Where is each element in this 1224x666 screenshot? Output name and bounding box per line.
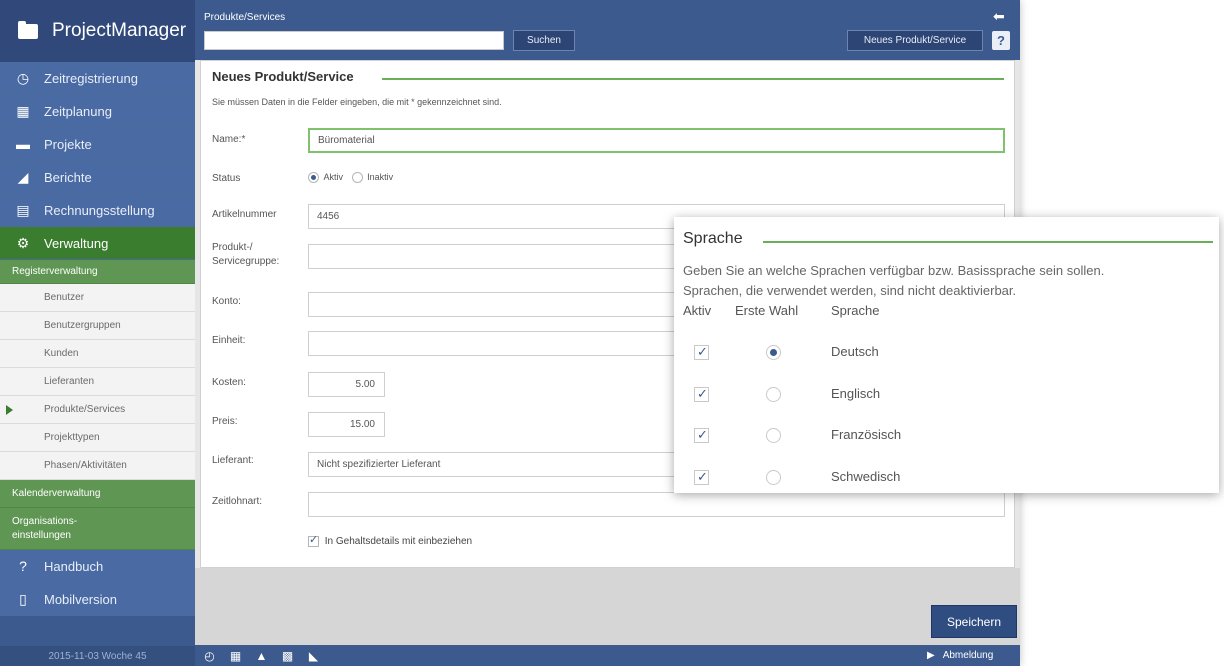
- bottom-toolbar: ◴ ▦ ▲ ▩ ◣: [195, 645, 1020, 666]
- chart-icon: ◢: [17, 168, 29, 185]
- sidebar-sub-produkte-services[interactable]: Produkte/Services: [0, 396, 195, 424]
- sidebar: ProjectManager ◷ Zeitregistrierung ▦ Zei…: [0, 0, 195, 666]
- title-divider: [382, 78, 1004, 80]
- price-field[interactable]: 15.00: [308, 412, 385, 437]
- language-name-deutsch: Deutsch: [831, 344, 879, 359]
- include-salary-checkbox[interactable]: [308, 533, 319, 547]
- sidebar-item-mobilversion[interactable]: ▯ Mobilversion: [0, 583, 195, 616]
- search-button[interactable]: Suchen: [513, 30, 575, 51]
- sidebar-item-handbuch[interactable]: ? Handbuch: [0, 550, 195, 583]
- app-title: ProjectManager: [52, 20, 187, 41]
- folder-icon: ▬: [16, 136, 30, 152]
- unit-label: Einheit:: [212, 335, 246, 346]
- gears-icon: ⚙: [16, 234, 30, 251]
- include-salary-option: In Gehaltsdetails mit einbeziehen: [308, 533, 473, 548]
- sidebar-sub-lieferanten[interactable]: Lieferanten: [0, 368, 195, 396]
- help-icon[interactable]: ?: [992, 31, 1010, 50]
- sidebar-section-registerverwaltung[interactable]: Registerverwaltung: [0, 260, 195, 284]
- sidebar-item-berichte[interactable]: ◢ Berichte: [0, 161, 195, 194]
- status-label: Status: [212, 173, 241, 184]
- wage-type-label: Zeitlohnart:: [212, 496, 263, 507]
- timer-icon[interactable]: ◴: [202, 648, 217, 663]
- include-salary-label: In Gehaltsdetails mit einbeziehen: [324, 536, 473, 548]
- sidebar-section-kalenderverwaltung[interactable]: Kalenderverwaltung: [0, 480, 195, 508]
- save-button[interactable]: Speichern: [931, 605, 1017, 638]
- language-name-englisch: Englisch: [831, 386, 881, 401]
- form-hint: Sie müssen Daten in die Felder eingeben,…: [212, 97, 502, 107]
- language-active-checkbox-deutsch[interactable]: [694, 344, 709, 360]
- sidebar-item-rechnungsstellung[interactable]: ▤ Rechnungsstellung: [0, 194, 195, 227]
- sidebar-sub-phasen-aktivitaeten[interactable]: Phasen/Aktivitäten: [0, 452, 195, 480]
- user-icon[interactable]: ▲: [254, 648, 269, 663]
- language-first-radio-deutsch[interactable]: [766, 345, 781, 360]
- sidebar-item-verwaltung[interactable]: ⚙ Verwaltung: [0, 227, 195, 260]
- grid-icon[interactable]: ▩: [280, 648, 295, 663]
- search-input[interactable]: [204, 31, 504, 50]
- invoice-icon: ▤: [16, 201, 30, 218]
- sidebar-item-zeitregistrierung[interactable]: ◷ Zeitregistrierung: [0, 62, 195, 95]
- article-number-label: Artikelnummer: [212, 209, 277, 220]
- help-icon: ?: [19, 558, 27, 574]
- logout-icon: ▶: [927, 650, 935, 661]
- sidebar-item-zeitplanung[interactable]: ▦ Zeitplanung: [0, 95, 195, 128]
- clock-icon: ◷: [16, 69, 30, 86]
- mobile-icon: ▯: [19, 590, 27, 607]
- product-group-label: Produkt-/ Servicegruppe:: [212, 242, 280, 267]
- language-name-schwedisch: Schwedisch: [831, 469, 901, 484]
- language-first-radio-franzoesisch[interactable]: [766, 428, 781, 443]
- calendar-icon: ▦: [16, 102, 30, 119]
- account-label: Konto:: [212, 296, 241, 307]
- supplier-label: Lieferant:: [212, 455, 254, 466]
- sidebar-sub-kunden[interactable]: Kunden: [0, 340, 195, 368]
- language-popup: Sprache Geben Sie an welche Sprachen ver…: [674, 217, 1219, 493]
- current-date: 2015-11-03 Woche 45: [0, 646, 195, 666]
- top-bar: Produkte/Services ⬅ Suchen Neues Produkt…: [195, 0, 1020, 60]
- popup-title-divider: [763, 241, 1213, 243]
- sidebar-section-organisationseinstellungen[interactable]: Organisations- einstellungen: [0, 508, 195, 550]
- sidebar-sub-benutzergruppen[interactable]: Benutzergruppen: [0, 312, 195, 340]
- popup-description: Geben Sie an welche Sprachen verfügbar b…: [683, 263, 1105, 298]
- cost-label: Kosten:: [212, 377, 246, 388]
- status-active-radio[interactable]: [308, 172, 319, 184]
- language-active-checkbox-franzoesisch[interactable]: [694, 427, 709, 443]
- price-label: Preis:: [212, 416, 238, 427]
- language-active-checkbox-englisch[interactable]: [694, 386, 709, 402]
- report-icon[interactable]: ◣: [306, 648, 321, 663]
- language-first-radio-schwedisch[interactable]: [766, 470, 781, 485]
- back-arrow-icon[interactable]: ⬅: [993, 8, 1005, 25]
- name-field[interactable]: Büromaterial: [308, 128, 1005, 153]
- status-radio-group: Aktiv Inaktiv: [308, 172, 393, 184]
- sidebar-sub-benutzer[interactable]: Benutzer: [0, 284, 195, 312]
- sidebar-sub-projekttypen[interactable]: Projekttypen: [0, 424, 195, 452]
- wage-type-field[interactable]: [308, 492, 1005, 517]
- calendar-icon[interactable]: ▦: [228, 648, 243, 663]
- status-inactive-radio[interactable]: [351, 172, 363, 184]
- name-label: Name:*: [212, 134, 246, 145]
- popup-title: Sprache: [683, 230, 743, 247]
- new-product-button[interactable]: Neues Produkt/Service: [847, 30, 983, 51]
- column-header-active: Aktiv: [683, 303, 712, 318]
- column-header-first-choice: Erste Wahl: [735, 303, 799, 318]
- action-strip: [195, 568, 1020, 645]
- logout-button[interactable]: ▶ Abmeldung: [925, 645, 1020, 666]
- app-logo[interactable]: ProjectManager: [0, 0, 195, 62]
- sidebar-item-projekte[interactable]: ▬ Projekte: [0, 128, 195, 161]
- language-name-franzoesisch: Französisch: [831, 427, 902, 442]
- language-first-radio-englisch[interactable]: [766, 387, 781, 402]
- language-active-checkbox-schwedisch[interactable]: [694, 469, 709, 485]
- column-header-language: Sprache: [831, 303, 880, 318]
- cost-field[interactable]: 5.00: [308, 372, 385, 397]
- page-title: Neues Produkt/Service: [212, 69, 354, 84]
- breadcrumb[interactable]: Produkte/Services: [204, 12, 285, 23]
- folder-icon: [18, 20, 38, 39]
